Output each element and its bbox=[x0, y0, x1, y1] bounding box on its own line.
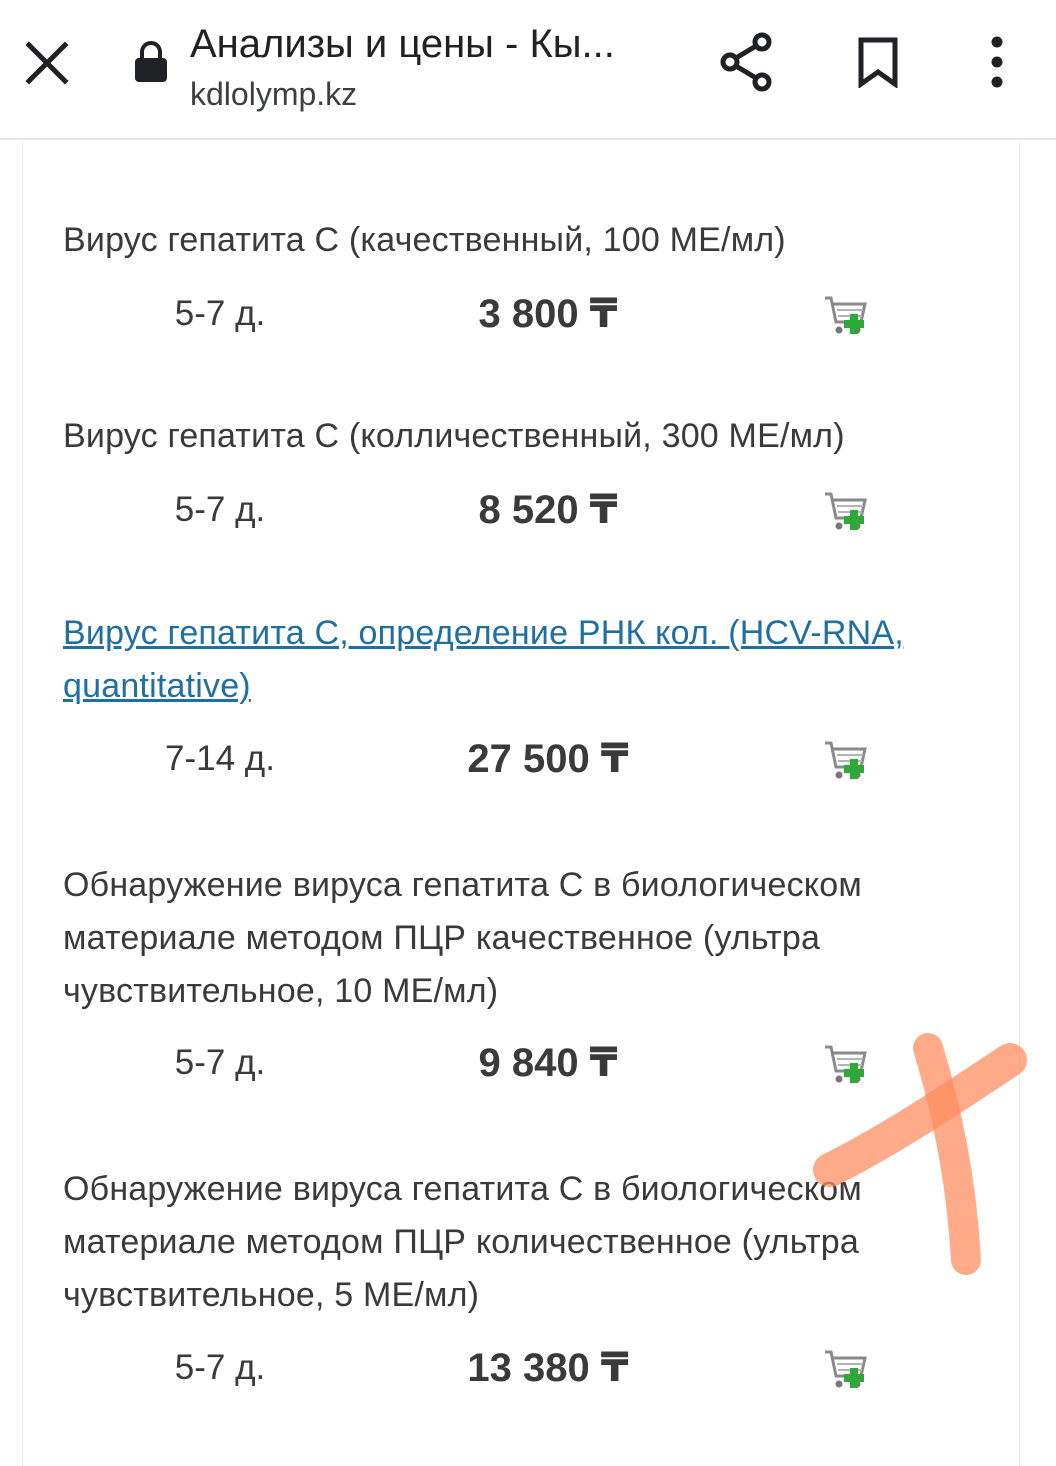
lock-icon bbox=[135, 41, 167, 82]
close-button[interactable] bbox=[18, 34, 76, 92]
test-price: 8 520 ₸ bbox=[478, 488, 618, 532]
add-to-cart-icon[interactable] bbox=[823, 1041, 871, 1089]
bookmark-icon bbox=[858, 37, 898, 88]
add-to-cart-icon[interactable] bbox=[823, 488, 871, 536]
more-options-button[interactable] bbox=[965, 30, 1029, 94]
more-vert-icon bbox=[991, 36, 1003, 88]
page-title: Анализы и цены - Кы... bbox=[190, 22, 615, 66]
turnaround-time: 5-7 д. bbox=[174, 294, 266, 333]
price-list: Вирус гепатита C (качественный, 100 МЕ/м… bbox=[22, 142, 1020, 1466]
close-icon bbox=[25, 41, 69, 85]
share-button[interactable] bbox=[714, 30, 778, 94]
turnaround-time: 7-14 д. bbox=[165, 739, 275, 778]
add-to-cart-icon[interactable] bbox=[823, 737, 871, 785]
browser-toolbar: Анализы и цены - Кы... kdlolymp.kz bbox=[0, 0, 1056, 140]
test-price: 13 380 ₸ bbox=[467, 1346, 629, 1390]
bookmark-button[interactable] bbox=[846, 30, 910, 94]
add-to-cart-icon[interactable] bbox=[823, 292, 871, 340]
test-price: 3 800 ₸ bbox=[478, 292, 618, 336]
share-icon bbox=[720, 32, 772, 92]
add-to-cart-icon[interactable] bbox=[823, 1346, 871, 1394]
test-name: Вирус гепатита C (качественный, 100 МЕ/м… bbox=[63, 221, 786, 259]
test-name-link[interactable]: Вирус гепатита С, определение РНК кол. (… bbox=[63, 607, 953, 713]
turnaround-time: 5-7 д. bbox=[174, 1348, 266, 1387]
turnaround-time: 5-7 д. bbox=[174, 490, 266, 529]
test-price: 27 500 ₸ bbox=[467, 737, 629, 781]
test-name: Обнаружение вируса гепатита С в биологич… bbox=[63, 1170, 862, 1314]
test-name: Вирус гепатита C (колличественный, 300 М… bbox=[63, 417, 845, 455]
test-name: Обнаружение вируса гепатита С в биологич… bbox=[63, 866, 862, 1010]
page-url[interactable]: kdlolymp.kz bbox=[190, 74, 357, 114]
test-price: 9 840 ₸ bbox=[478, 1041, 618, 1085]
turnaround-time: 5-7 д. bbox=[174, 1043, 266, 1082]
